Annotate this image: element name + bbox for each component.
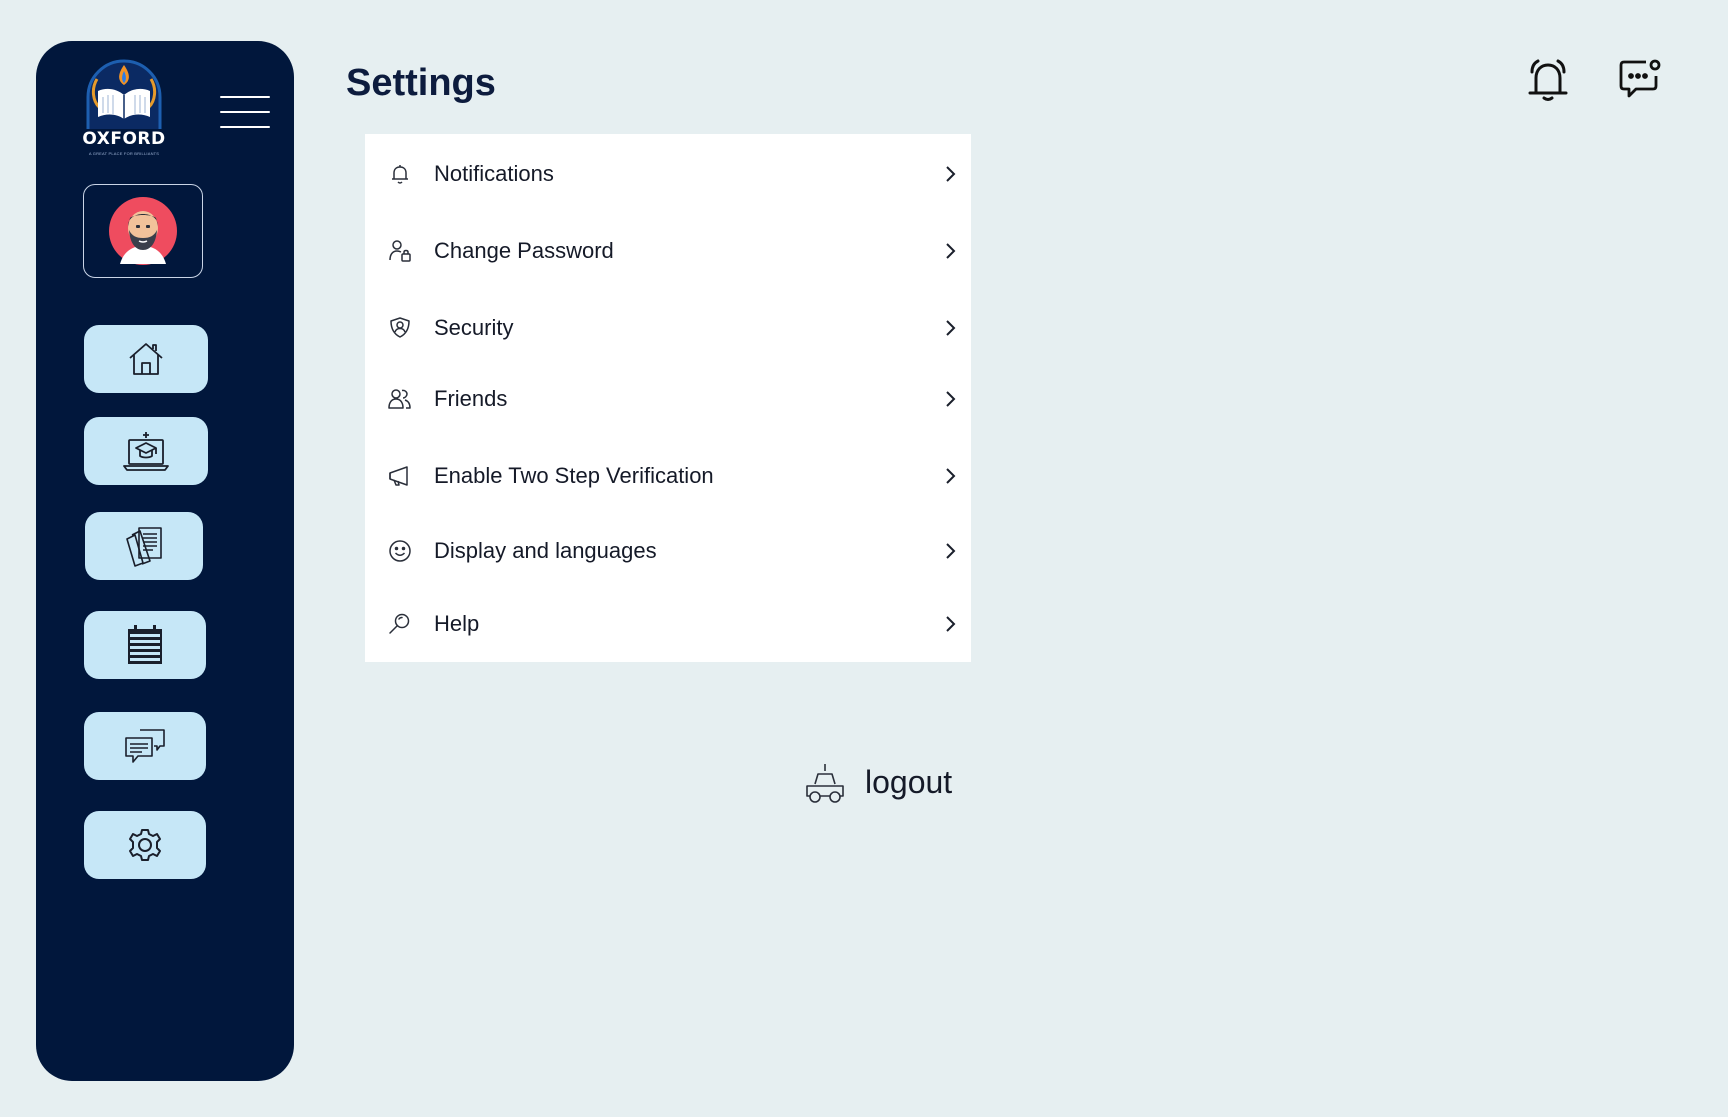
settings-item-label: Notifications <box>434 161 554 186</box>
logo-tagline: A GREAT PLACE FOR BRILLIANTS <box>88 151 160 156</box>
settings-item-two-step-verification[interactable]: Enable Two Step Verification <box>365 448 971 504</box>
page-title: Settings <box>346 62 496 104</box>
chat-icon <box>125 729 165 763</box>
settings-item-label: Help <box>434 611 480 636</box>
car-icon <box>806 764 844 803</box>
bell-icon <box>1528 59 1568 101</box>
home-icon <box>129 343 163 375</box>
bell-icon <box>387 161 413 187</box>
chevron-right-icon <box>946 391 956 407</box>
nav-calendar-button[interactable] <box>84 611 206 679</box>
calendar-icon <box>128 625 162 664</box>
nav-courses-button[interactable] <box>84 417 208 485</box>
user-lock-icon <box>387 238 413 264</box>
settings-item-change-password[interactable]: Change Password <box>365 223 971 279</box>
chevron-right-icon <box>946 166 956 182</box>
nav-settings-button[interactable] <box>84 811 206 879</box>
chat-notification-icon <box>1619 59 1661 98</box>
chevron-right-icon <box>946 543 956 559</box>
settings-panel: Notifications Change Password Security F… <box>365 134 971 662</box>
settings-item-label: Friends <box>434 386 508 411</box>
chevron-right-icon <box>946 320 956 336</box>
nav-documents-button[interactable] <box>85 512 203 580</box>
settings-item-label: Enable Two Step Verification <box>434 463 714 488</box>
documents-icon <box>126 527 162 567</box>
logout-button[interactable]: logout <box>803 756 963 812</box>
chevron-right-icon <box>946 616 956 632</box>
logout-label: logout <box>865 764 953 800</box>
search-icon <box>387 611 413 637</box>
chevron-right-icon <box>946 243 956 259</box>
shield-user-icon <box>387 315 413 341</box>
settings-item-label: Display and languages <box>434 538 657 563</box>
profile-avatar-card[interactable] <box>83 184 203 278</box>
settings-item-label: Change Password <box>434 238 614 263</box>
settings-item-display-languages[interactable]: Display and languages <box>365 523 971 579</box>
sidebar: OXFORD A GREAT PLACE FOR BRILLIANTS <box>36 41 294 1081</box>
gear-icon <box>129 829 161 861</box>
settings-item-label: Security <box>434 315 514 340</box>
settings-item-notifications[interactable]: Notifications <box>365 146 971 202</box>
messages-button[interactable] <box>1618 58 1662 100</box>
settings-item-security[interactable]: Security <box>365 300 971 356</box>
chevron-right-icon <box>946 468 956 484</box>
settings-item-friends[interactable]: Friends <box>365 371 971 427</box>
avatar <box>109 197 177 265</box>
nav-messages-button[interactable] <box>84 712 206 780</box>
settings-item-help[interactable]: Help <box>365 596 971 652</box>
megaphone-icon <box>387 463 413 489</box>
nav-home-button[interactable] <box>84 325 208 393</box>
menu-toggle-button[interactable] <box>220 96 270 130</box>
smiley-icon <box>387 538 413 564</box>
notifications-bell-button[interactable] <box>1524 58 1572 104</box>
laptop-graduation-icon <box>123 432 169 471</box>
logo-wordmark: OXFORD <box>82 129 166 149</box>
users-icon <box>387 386 413 412</box>
